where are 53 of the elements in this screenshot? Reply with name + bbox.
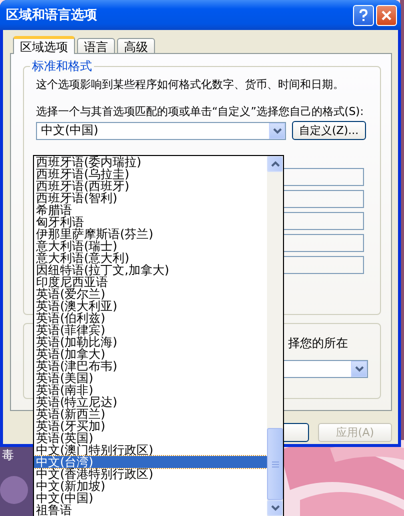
list-item[interactable]: 西班牙语(智利)	[34, 192, 267, 204]
customize-button[interactable]: 自定义(Z)...	[292, 121, 366, 140]
list-item[interactable]: 英语(加拿大)	[34, 348, 267, 360]
chevron-up-icon	[270, 161, 280, 167]
list-item[interactable]: 希腊语	[34, 204, 267, 216]
format-dropdown[interactable]: 中文(中国)	[36, 122, 286, 140]
close-button[interactable]	[376, 4, 397, 26]
list-item[interactable]: 意大利语(瑞士)	[34, 240, 267, 252]
group-title: 标准和格式	[30, 59, 94, 73]
window-title: 区域和语言选项	[6, 6, 98, 24]
list-item[interactable]: 英语(南非)	[34, 384, 267, 396]
desktop-icon-label[interactable]: 毒	[2, 448, 14, 462]
list-item[interactable]: 中文(澳门特别行政区)	[34, 444, 267, 456]
scroll-thumb[interactable]	[267, 428, 283, 500]
prompt-text: 选择一个与其首选项匹配的项或单击“自定义”选择您自己的格式(S):	[36, 104, 365, 119]
location-prompt-text: 择您的所在	[288, 336, 349, 350]
list-item[interactable]: 英语(新西兰)	[34, 408, 267, 420]
list-item[interactable]: 匈牙利语	[34, 216, 267, 228]
list-item[interactable]: 英语(菲律宾)	[34, 324, 267, 336]
chevron-down-icon	[354, 366, 364, 372]
list-item[interactable]: 英语(牙买加)	[34, 420, 267, 432]
question-icon	[359, 8, 368, 22]
list-item[interactable]: 英语(爱尔兰)	[34, 288, 267, 300]
chevron-down-icon	[270, 505, 280, 511]
grip-icon	[272, 460, 278, 468]
list-item[interactable]: 印度尼西亚语	[34, 276, 267, 288]
help-button[interactable]	[353, 4, 374, 26]
list-item[interactable]: 中文(新加坡)	[34, 480, 267, 492]
close-icon	[381, 10, 392, 20]
chevron-down-icon	[272, 128, 282, 134]
tab[interactable]: 区域选项	[13, 36, 75, 54]
list-item[interactable]: 西班牙语(西班牙)	[34, 180, 267, 192]
list-item[interactable]: 英语(伯利兹)	[34, 312, 267, 324]
list-item[interactable]: 英语(英国)	[34, 432, 267, 444]
list-item[interactable]: 西班牙语(乌拉圭)	[34, 168, 267, 180]
list-item[interactable]: 中文(中国)	[34, 492, 267, 504]
scroll-up-button[interactable]	[267, 156, 283, 172]
list-item[interactable]: 英语(澳大利亚)	[34, 300, 267, 312]
list-item[interactable]: 意大利语(意大利)	[34, 252, 267, 264]
list-item[interactable]: 英语(加勒比海)	[34, 336, 267, 348]
list-item[interactable]: 中文(香港特别行政区)	[34, 468, 267, 480]
description-text: 这个选项影响到某些程序如何格式化数字、货币、时间和日期。	[36, 77, 345, 92]
list-item[interactable]: 因纽特语(拉丁文,加拿大)	[34, 264, 267, 276]
list-item[interactable]: 英语(美国)	[34, 372, 267, 384]
list-item[interactable]: 英语(特立尼达)	[34, 396, 267, 408]
tab[interactable]: 高级	[117, 38, 155, 54]
list-item[interactable]: 英语(津巴布韦)	[34, 360, 267, 372]
scroll-down-button[interactable]	[267, 500, 283, 516]
list-item[interactable]: 祖鲁语	[34, 504, 267, 516]
list-item[interactable]: 伊那里萨摩斯语(芬兰)	[34, 228, 267, 240]
list-item[interactable]: 中文(台湾)	[34, 456, 267, 468]
list-item[interactable]: 西班牙语(委内瑞拉)	[34, 156, 267, 168]
tab[interactable]: 语言	[77, 38, 115, 54]
